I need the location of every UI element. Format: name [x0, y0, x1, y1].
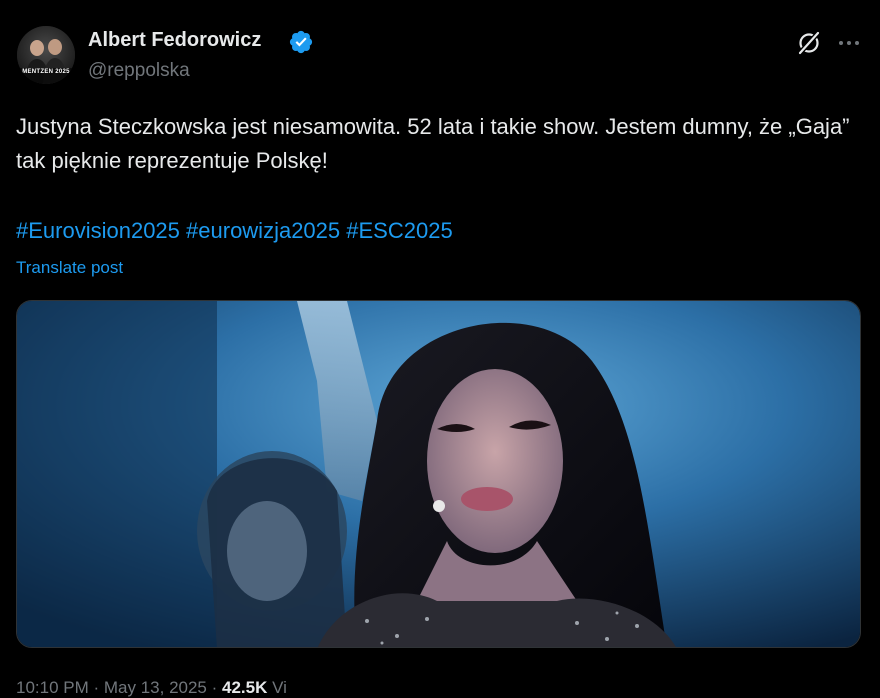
post-meta: 10:10 PM · May 13, 2025 · 42.5K Vi: [16, 678, 287, 698]
hashtag-link[interactable]: #ESC2025: [346, 218, 452, 243]
grok-icon[interactable]: [795, 29, 823, 57]
more-dots-icon[interactable]: [834, 28, 864, 58]
post-text: Justyna Steczkowska jest niesamowita. 52…: [16, 114, 850, 173]
hashtag-link[interactable]: #eurowizja2025: [186, 218, 340, 243]
verified-badge-icon: [289, 30, 313, 54]
hashtag-link[interactable]: #Eurovision2025: [16, 218, 180, 243]
author-handle[interactable]: @reppolska: [88, 60, 190, 82]
avatar-caption: MENTZEN 2025: [22, 69, 70, 75]
avatar[interactable]: MENTZEN 2025: [17, 26, 75, 84]
hashtags: #Eurovision2025 #eurowizja2025 #ESC2025: [16, 214, 453, 248]
post-media-image[interactable]: [16, 300, 861, 648]
translate-post-link[interactable]: Translate post: [16, 258, 123, 278]
performer-photo: [17, 301, 860, 647]
author-name[interactable]: Albert Fedorowicz: [88, 29, 261, 52]
